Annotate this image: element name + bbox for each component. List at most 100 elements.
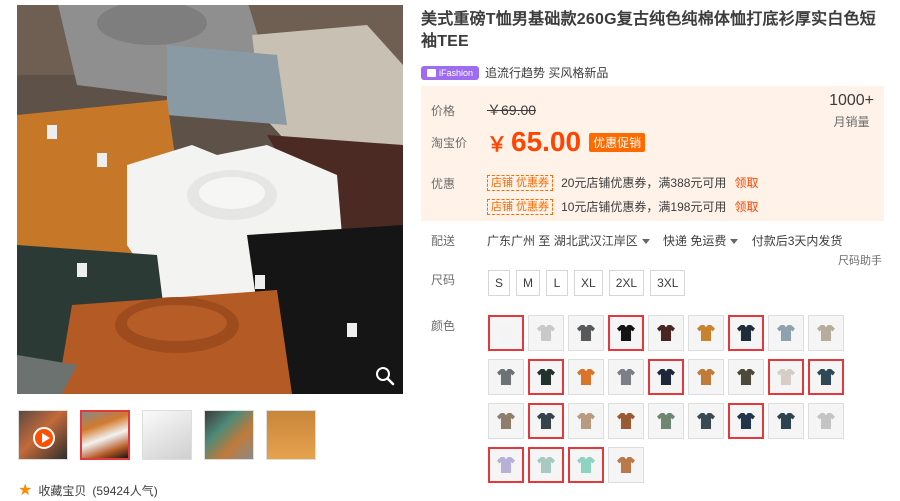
color-label: 颜色 xyxy=(431,319,456,333)
color-swatch[interactable] xyxy=(808,359,844,395)
tshirt-icon xyxy=(617,457,635,473)
play-icon[interactable] xyxy=(33,427,55,449)
zoom-icon[interactable] xyxy=(375,366,395,386)
favorite-link[interactable]: ★ 收藏宝贝 (59424人气) xyxy=(18,482,158,499)
tshirt-icon xyxy=(697,369,715,385)
tshirt-icon xyxy=(657,325,675,341)
tshirt-icon xyxy=(697,325,715,341)
color-swatch[interactable] xyxy=(488,315,524,351)
thumbnail-video[interactable] xyxy=(18,410,68,460)
tshirt-icon xyxy=(497,413,515,429)
main-product-image[interactable] xyxy=(17,5,403,394)
size-option[interactable]: 3XL xyxy=(650,270,686,296)
tshirt-icon xyxy=(737,413,755,429)
color-swatch[interactable] xyxy=(688,359,724,395)
color-swatch[interactable] xyxy=(568,359,604,395)
tshirt-icon xyxy=(537,457,555,473)
chevron-down-icon xyxy=(641,239,650,244)
coupon-label: 优惠 xyxy=(431,177,456,191)
color-swatch[interactable] xyxy=(648,359,684,395)
tshirt-icon xyxy=(497,369,515,385)
claim-coupon-button[interactable]: 领取 xyxy=(734,174,758,191)
ship-origin: 广东广州 至 xyxy=(487,234,551,248)
color-swatch[interactable] xyxy=(768,359,804,395)
color-swatch[interactable] xyxy=(688,315,724,351)
color-swatch[interactable] xyxy=(488,403,524,439)
shipping-time: 付款后3天内发货 xyxy=(751,234,843,248)
color-swatch[interactable] xyxy=(488,447,524,483)
color-swatch[interactable] xyxy=(728,403,764,439)
tshirt-icon xyxy=(497,325,515,341)
currency-symbol: ￥ xyxy=(487,133,507,156)
destination-select[interactable]: 湖北武汉江岸区 xyxy=(554,234,660,248)
tagline-text: 追流行趋势 买风格新品 xyxy=(485,66,609,80)
color-swatch[interactable] xyxy=(608,403,644,439)
destination-text: 湖北武汉江岸区 xyxy=(553,234,638,248)
color-swatch[interactable] xyxy=(488,359,524,395)
claim-coupon-button[interactable]: 领取 xyxy=(734,198,758,215)
sales-label: 月销量 xyxy=(833,115,870,129)
coupon-text: 10元店铺优惠券，满198元可用 xyxy=(561,200,727,214)
tshirt-icon xyxy=(617,369,635,385)
favorite-text: 收藏宝贝 xyxy=(38,484,87,498)
color-swatch[interactable] xyxy=(808,403,844,439)
taobao-price-label: 淘宝价 xyxy=(431,136,468,150)
shipping-text: 快递 免运费 xyxy=(663,234,727,248)
color-swatch[interactable] xyxy=(528,359,564,395)
color-swatch[interactable] xyxy=(768,403,804,439)
original-price: ￥69.00 xyxy=(487,102,537,118)
thumbnail-image[interactable] xyxy=(266,410,316,460)
color-swatch[interactable] xyxy=(528,403,564,439)
size-option[interactable]: M xyxy=(516,270,541,296)
size-option[interactable]: L xyxy=(546,270,569,296)
tshirt-icon xyxy=(817,325,835,341)
color-swatch[interactable] xyxy=(608,447,644,483)
current-price: ￥ 65.00 优惠促销 xyxy=(487,126,646,158)
sales-count: 1000+ xyxy=(829,92,874,109)
tshirt-icon xyxy=(657,369,675,385)
color-swatch[interactable] xyxy=(528,447,564,483)
color-swatch[interactable] xyxy=(728,359,764,395)
color-swatch[interactable] xyxy=(608,315,644,351)
size-options: S M L XL 2XL 3XL xyxy=(488,270,686,296)
shipping-select[interactable]: 快递 免运费 xyxy=(663,234,748,248)
thumbnail-image[interactable] xyxy=(204,410,254,460)
ifashion-badge[interactable]: iFashion xyxy=(421,65,480,80)
thumbnail-selected[interactable] xyxy=(80,410,130,460)
color-swatch[interactable] xyxy=(608,359,644,395)
tshirt-icon xyxy=(577,325,595,341)
color-swatch[interactable] xyxy=(808,315,844,351)
coupon-row: 店铺 优惠券 10元店铺优惠券，满198元可用 领取 xyxy=(487,198,758,215)
tshirt-icon xyxy=(497,457,515,473)
star-icon: ★ xyxy=(18,481,33,499)
color-swatch[interactable] xyxy=(648,315,684,351)
color-swatch[interactable] xyxy=(648,403,684,439)
size-label: 尺码 xyxy=(431,273,456,287)
tshirt-icon xyxy=(617,413,635,429)
size-option[interactable]: XL xyxy=(574,270,603,296)
color-swatch[interactable] xyxy=(568,403,604,439)
tshirt-icon xyxy=(537,413,555,429)
monthly-sales: 1000+ 月销量 xyxy=(829,92,874,130)
favorite-count: (59424人气) xyxy=(92,484,158,498)
price-label: 价格 xyxy=(431,104,456,118)
tshirt-icon xyxy=(777,325,795,341)
coupon-text: 20元店铺优惠券，满388元可用 xyxy=(561,176,727,190)
tshirt-icon xyxy=(817,413,835,429)
product-photo-illustration xyxy=(17,5,403,394)
size-option[interactable]: 2XL xyxy=(608,270,645,296)
color-swatch[interactable] xyxy=(768,315,804,351)
promo-badge: 优惠促销 xyxy=(589,132,646,152)
color-swatch[interactable] xyxy=(688,403,724,439)
size-helper-link[interactable]: 尺码助手 xyxy=(838,252,882,268)
color-swatch[interactable] xyxy=(568,447,604,483)
color-swatch[interactable] xyxy=(728,315,764,351)
size-option[interactable]: S xyxy=(488,270,511,296)
thumbnail-image[interactable] xyxy=(142,410,192,460)
tshirt-icon xyxy=(577,457,595,473)
color-swatch[interactable] xyxy=(568,315,604,351)
delivery-label: 配送 xyxy=(431,234,456,248)
tshirt-icon xyxy=(577,413,595,429)
color-swatch[interactable] xyxy=(528,315,564,351)
chevron-down-icon xyxy=(730,239,739,244)
